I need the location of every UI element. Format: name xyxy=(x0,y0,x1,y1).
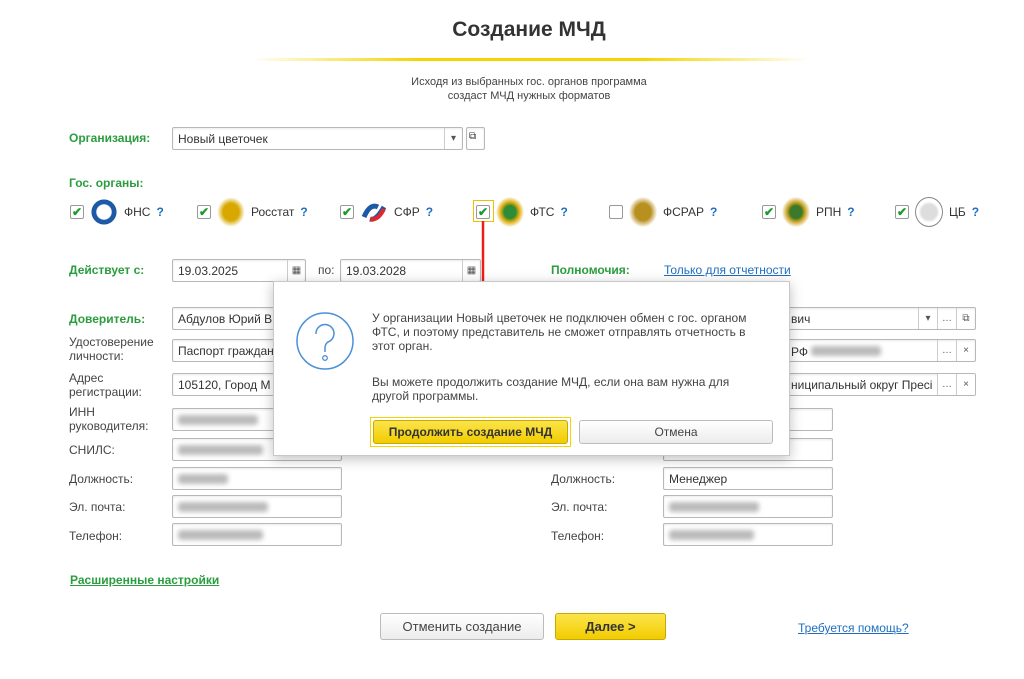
organization-label: Организация: xyxy=(69,131,151,145)
fsrar-emblem-icon xyxy=(629,197,657,227)
clear-icon[interactable]: × xyxy=(956,374,975,395)
dialog-message: У организации Новый цветочек не подключе… xyxy=(372,311,747,353)
position-field[interactable] xyxy=(172,467,342,490)
select-icon[interactable]: … xyxy=(937,340,956,361)
gov-body-label: СФР xyxy=(394,205,420,219)
help-icon[interactable]: ? xyxy=(560,205,567,219)
question-icon xyxy=(296,312,354,370)
clear-icon[interactable]: × xyxy=(956,340,975,361)
rpn-emblem-icon xyxy=(782,197,810,227)
subtitle-line: создаст МЧД нужных форматов xyxy=(447,90,611,102)
help-icon[interactable]: ? xyxy=(847,205,854,219)
phone-label: Телефон: xyxy=(69,529,123,543)
continue-button[interactable]: Продолжить создание МЧД xyxy=(373,420,568,444)
cb-logo-icon xyxy=(915,197,943,227)
rep-email-field[interactable] xyxy=(663,495,833,518)
rep-phone-label: Телефон: xyxy=(551,529,605,543)
date-to-field[interactable]: 19.03.2028 ▦ xyxy=(340,259,481,282)
gov-body-2: ✔ СФР? xyxy=(340,196,433,228)
help-link[interactable]: Требуется помощь? xyxy=(798,621,909,635)
powers-link[interactable]: Только для отчетности xyxy=(664,263,791,277)
representative-value: вич xyxy=(791,312,811,326)
fns-logo-icon xyxy=(90,197,118,227)
rep-email-label: Эл. почта: xyxy=(551,500,608,514)
dialog-message-2: Вы можете продолжить создание МЧД, если … xyxy=(372,375,730,403)
gov-bodies-list: ✔ ФНС? ✔ Росстат? ✔ СФР? ✔ ФТС? ФСРАР? ✔ РПН? ✔ ЦБ? xyxy=(0,196,1024,228)
gov-body-label: ФСРАР xyxy=(663,205,704,219)
cancel-creation-button[interactable]: Отменить создание xyxy=(380,613,544,640)
snils-label: СНИЛС: xyxy=(69,443,115,457)
gov-body-label: ФНС xyxy=(124,205,151,219)
cancel-dialog-button[interactable]: Отмена xyxy=(579,420,773,444)
date-from-value: 19.03.2025 xyxy=(178,264,239,278)
representative-id-value: РФ xyxy=(791,345,808,359)
warning-dialog: У организации Новый цветочек не подключе… xyxy=(273,281,790,456)
position-label: Должность: xyxy=(69,472,134,486)
checkbox[interactable]: ✔ xyxy=(762,205,776,219)
fts-emblem-icon xyxy=(496,197,524,227)
gov-bodies-label: Гос. органы: xyxy=(69,176,144,190)
dropdown-icon[interactable]: ▾ xyxy=(918,308,937,329)
inn-label: ИНН руководителя: xyxy=(69,405,149,433)
checkbox[interactable]: ✔ xyxy=(70,205,84,219)
calendar-icon[interactable]: ▦ xyxy=(287,260,305,281)
gov-body-5: ✔ РПН? xyxy=(762,196,855,228)
page-title: Создание МЧД xyxy=(452,18,606,41)
date-from-field[interactable]: 19.03.2025 ▦ xyxy=(172,259,306,282)
rosstat-emblem-icon xyxy=(217,197,245,227)
calendar-icon[interactable]: ▦ xyxy=(462,260,480,281)
dropdown-icon[interactable]: ▾ xyxy=(444,128,462,149)
gov-body-4: ФСРАР? xyxy=(609,196,717,228)
organization-value: Новый цветочек xyxy=(178,132,268,146)
rep-phone-field[interactable] xyxy=(663,523,833,546)
checkbox[interactable]: ✔ xyxy=(197,205,211,219)
gov-body-0: ✔ ФНС? xyxy=(70,196,164,228)
email-label: Эл. почта: xyxy=(69,500,126,514)
select-icon[interactable]: … xyxy=(937,374,956,395)
advanced-settings-link[interactable]: Расширенные настройки xyxy=(70,573,219,587)
representative-address-value: ниципальный округ Пресі xyxy=(791,378,933,392)
sfr-logo-icon xyxy=(360,197,388,227)
open-icon[interactable]: ⧉ xyxy=(466,127,485,150)
id-label: Удостоверение личности: xyxy=(69,335,154,363)
next-button[interactable]: Далее > xyxy=(555,613,666,640)
help-icon[interactable]: ? xyxy=(426,205,433,219)
rep-position-label: Должность: xyxy=(551,472,616,486)
gov-body-1: ✔ Росстат? xyxy=(197,196,308,228)
help-icon[interactable]: ? xyxy=(972,205,979,219)
subtitle-line: Исходя из выбранных гос. органов програм… xyxy=(411,76,647,88)
help-icon[interactable]: ? xyxy=(156,205,163,219)
address-label: Адрес регистрации: xyxy=(69,371,142,399)
open-icon[interactable]: ⧉ xyxy=(956,308,975,329)
gov-body-6: ✔ ЦБ? xyxy=(895,196,979,228)
organization-field[interactable]: Новый цветочек ▾ xyxy=(172,127,463,150)
rep-position-field[interactable]: Менеджер xyxy=(663,467,833,490)
gov-body-label: Росстат xyxy=(251,205,295,219)
focus-highlight xyxy=(473,200,494,222)
gov-body-label: РПН xyxy=(816,205,842,219)
date-to-label: по: xyxy=(318,263,335,277)
help-icon[interactable]: ? xyxy=(710,205,717,219)
gov-body-label: ЦБ xyxy=(949,205,966,219)
checkbox[interactable] xyxy=(609,205,623,219)
checkbox[interactable]: ✔ xyxy=(895,205,909,219)
title-underline xyxy=(250,58,810,61)
help-icon[interactable]: ? xyxy=(300,205,307,219)
powers-label: Полномочия: xyxy=(551,263,630,277)
principal-label: Доверитель: xyxy=(69,312,146,326)
select-icon[interactable]: … xyxy=(937,308,956,329)
gov-body-label: ФТС xyxy=(530,205,555,219)
date-to-value: 19.03.2028 xyxy=(346,264,407,278)
phone-field[interactable] xyxy=(172,523,342,546)
email-field[interactable] xyxy=(172,495,342,518)
checkbox[interactable]: ✔ xyxy=(340,205,354,219)
page-subtitle: Исходя из выбранных гос. органов програм… xyxy=(0,75,1024,103)
validity-label: Действует с: xyxy=(69,263,145,277)
